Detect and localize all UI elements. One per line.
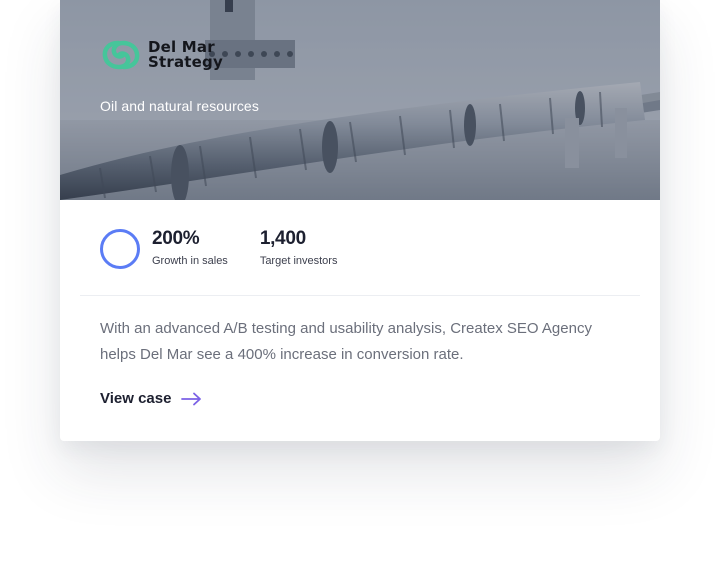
arrow-right-icon — [181, 392, 202, 405]
progress-ring-icon — [100, 229, 140, 269]
view-case-link[interactable]: View case — [100, 390, 203, 407]
brand-name: Del Mar Strategy — [148, 40, 223, 70]
stat-value: 200% — [152, 228, 200, 249]
divider — [80, 295, 640, 296]
category-label: Oil and natural resources — [100, 98, 259, 114]
page: Del Mar Strategy Oil and natural resourc… — [0, 0, 720, 582]
case-study-card: Del Mar Strategy Oil and natural resourc… — [60, 0, 660, 441]
wave-logo-icon — [102, 40, 140, 70]
stat-value: 1,400 — [259, 228, 306, 249]
brand-name-line2: Strategy — [148, 53, 223, 71]
hero-image: Del Mar Strategy Oil and natural resourc… — [60, 0, 660, 200]
stat-investors: 1,400 Target investors — [260, 228, 338, 268]
stat-label: Target investors — [259, 255, 338, 267]
stat-label: Growth in sales — [152, 255, 228, 267]
stat-growth: 200% Growth in sales — [152, 228, 228, 268]
stats-row: 200% Growth in sales 1,400 Target invest… — [100, 228, 369, 269]
case-description: With an advanced A/B testing and usabili… — [100, 320, 592, 363]
view-case-label: View case — [100, 390, 172, 407]
brand-logo[interactable]: Del Mar Strategy — [100, 38, 223, 72]
